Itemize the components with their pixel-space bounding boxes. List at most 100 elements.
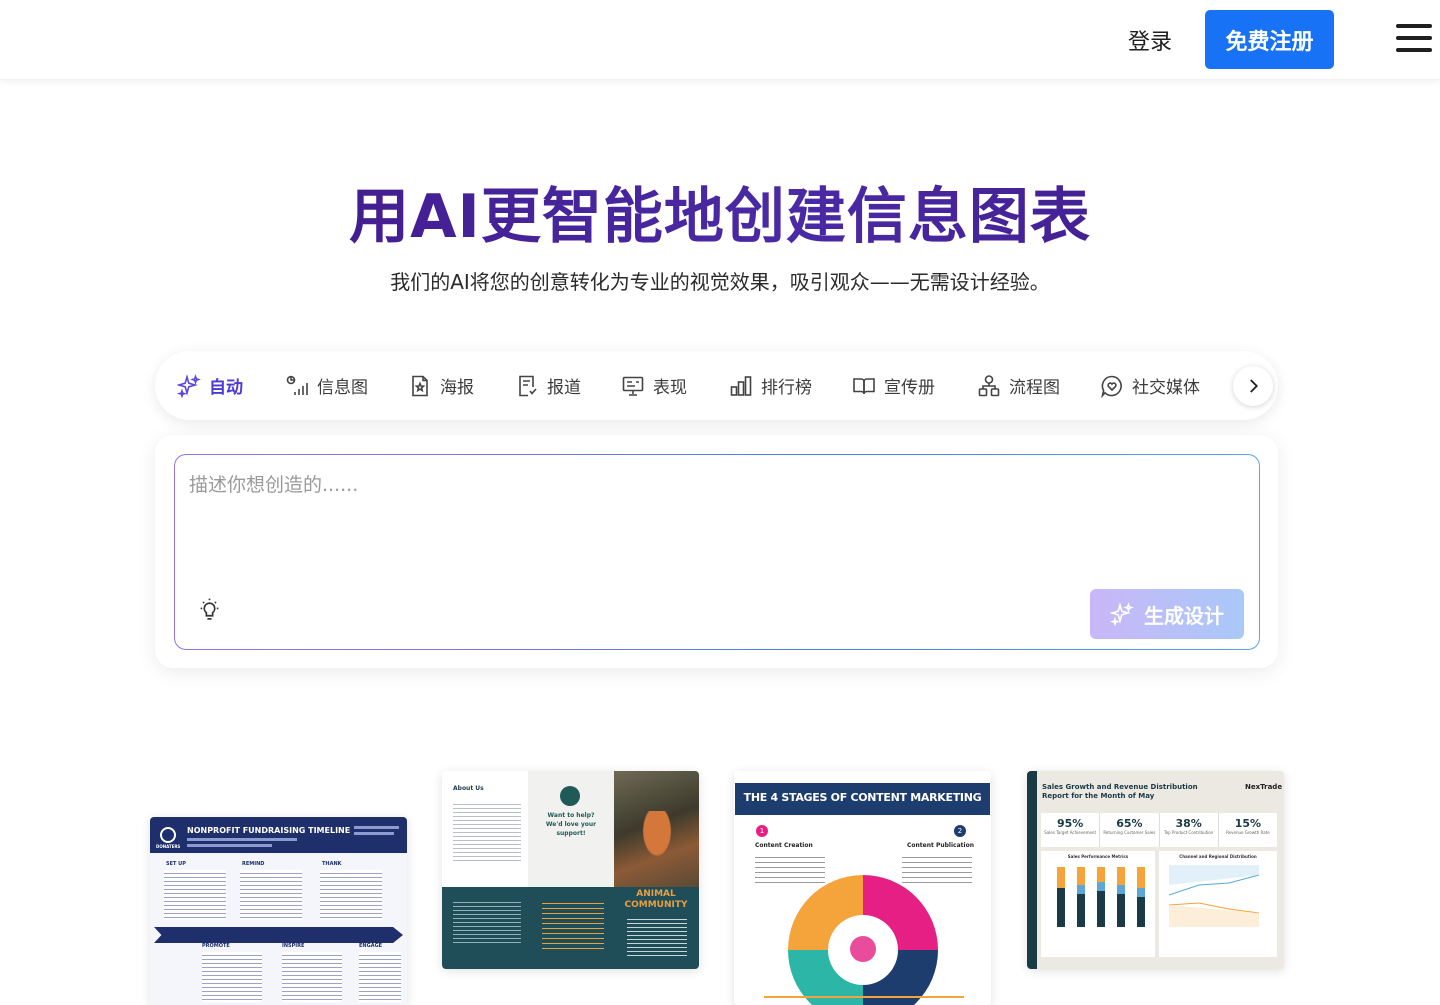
poster-icon <box>412 375 428 396</box>
section-remind: REMIND <box>242 861 265 867</box>
lightbulb-icon[interactable] <box>197 597 222 622</box>
bar <box>1057 867 1065 927</box>
tab-social-media[interactable]: 社交媒体 <box>1100 351 1200 420</box>
tab-label: 海报 <box>440 378 474 398</box>
tab-label: 自动 <box>209 378 243 398</box>
category-tab-bar: 自动 信息图 海报 报道 表现 排行榜 宣传册 流程图 社交媒体 <box>155 351 1278 420</box>
text-block <box>359 952 401 1002</box>
kpi-value: 15% <box>1234 817 1262 830</box>
stage-2-title: Content Publication <box>907 842 974 849</box>
tab-infographic[interactable]: 信息图 <box>285 351 368 420</box>
chart-title: Channel and Regional Distribution <box>1179 854 1257 859</box>
section-thank: THANK <box>322 861 342 867</box>
tab-poster[interactable]: 海报 <box>408 351 474 420</box>
text-block <box>755 853 825 883</box>
bar <box>1097 867 1105 927</box>
ranking-icon <box>730 375 752 396</box>
template-card-animal-community[interactable]: About Us Want to help? We'd love your su… <box>442 771 699 969</box>
sparkle-icon <box>177 373 201 398</box>
text-block <box>320 870 382 920</box>
text-line <box>354 826 399 829</box>
tab-label: 表现 <box>653 378 687 398</box>
text-line <box>187 844 272 847</box>
text-block <box>902 853 972 883</box>
brochure-icon <box>853 377 875 394</box>
generate-label: 生成设计 <box>1144 603 1224 628</box>
paw-icon <box>560 786 580 806</box>
template-card-content-marketing[interactable]: THE 4 STAGES OF CONTENT MARKETING 1 2 Co… <box>734 771 991 1005</box>
top-navbar: 登录 免费注册 <box>0 0 1440 80</box>
chevron-right-icon <box>1250 379 1259 393</box>
kpi-row: 95% Sales Target Achievement 65% Returni… <box>1041 813 1277 847</box>
side-accent <box>1027 771 1037 969</box>
text-block <box>202 952 262 1002</box>
template-card-sales-report[interactable]: Sales Growth and Revenue Distribution Re… <box>1027 771 1284 969</box>
hamburger-menu-icon[interactable] <box>1396 24 1432 54</box>
tab-label: 社交媒体 <box>1132 378 1200 398</box>
timeline-arrow <box>154 927 403 943</box>
template-title: Sales Growth and Revenue Distribution Re… <box>1042 783 1198 800</box>
text-block <box>240 870 302 920</box>
kpi: 65% Returning Customer Sales <box>1100 813 1160 847</box>
flowchart-icon <box>978 374 1000 396</box>
tab-brochure[interactable]: 宣传册 <box>852 351 935 420</box>
kpi-label: Revenue Growth Rate <box>1226 830 1270 835</box>
infographic-icon <box>286 375 308 395</box>
tabs-next-button[interactable] <box>1233 366 1273 406</box>
tab-ranking[interactable]: 排行榜 <box>729 351 812 420</box>
divider <box>764 996 964 998</box>
logo-icon <box>160 827 176 843</box>
chart-title: Sales Performance Metrics <box>1067 854 1129 859</box>
kpi: 15% Revenue Growth Rate <box>1219 813 1277 847</box>
template-header <box>150 817 407 853</box>
tab-flowchart[interactable]: 流程图 <box>977 351 1060 420</box>
tab-label: 排行榜 <box>761 378 812 398</box>
tab-label: 报道 <box>547 378 581 398</box>
about-heading: About Us <box>453 785 484 792</box>
kpi-label: Returning Customer Sales <box>1103 830 1156 835</box>
tab-report[interactable]: 报道 <box>515 351 581 420</box>
bar <box>1077 867 1085 927</box>
kpi-value: 65% <box>1116 817 1143 830</box>
tab-label: 流程图 <box>1009 378 1060 398</box>
bar <box>1117 867 1125 927</box>
line-chart-panel: Channel and Regional Distribution <box>1159 851 1277 957</box>
tab-label: 宣传册 <box>884 378 935 398</box>
login-link[interactable]: 登录 <box>1128 24 1172 56</box>
text-block <box>453 899 521 944</box>
bar <box>1137 867 1145 927</box>
section-inspire: INSPIRE <box>282 943 305 949</box>
hero-title: 用AI更智能地创建信息图表 <box>0 168 1440 255</box>
prompt-input[interactable] <box>189 470 1239 570</box>
signup-button[interactable]: 免费注册 <box>1205 10 1334 69</box>
template-brand: DONATERS <box>156 844 181 849</box>
kpi: 95% Sales Target Achievement <box>1041 813 1101 847</box>
tab-presentation[interactable]: 表现 <box>621 351 687 420</box>
text-line <box>354 832 394 835</box>
hero-subtitle: 我们的AI将您的创意转化为专业的视觉效果，吸引观众——无需设计经验。 <box>390 270 1050 294</box>
line-chart <box>1169 865 1260 927</box>
section-setup: SET UP <box>166 861 186 867</box>
report-icon <box>519 375 537 396</box>
kpi-value: 38% <box>1175 817 1202 830</box>
stage-1-title: Content Creation <box>755 842 813 849</box>
text-block <box>627 916 687 956</box>
kpi-label: Top Product Contribution <box>1163 830 1214 835</box>
bar-chart-panel: Sales Performance Metrics <box>1041 851 1155 957</box>
template-title: NONPROFIT FUNDRAISING TIMELINE <box>187 826 351 835</box>
social-media-icon <box>1101 375 1122 398</box>
generate-design-button[interactable]: 生成设计 <box>1090 589 1244 639</box>
kpi-value: 95% <box>1056 817 1084 830</box>
section-engage: ENGAGE <box>359 943 383 949</box>
text-line <box>187 838 297 841</box>
people-icon <box>850 936 876 962</box>
fox-shape <box>640 811 674 861</box>
tab-label: 信息图 <box>317 378 368 398</box>
text-block <box>164 870 226 920</box>
template-card-fundraising[interactable]: DONATERS NONPROFIT FUNDRAISING TIMELINE … <box>150 817 407 1005</box>
text-block <box>453 801 521 861</box>
template-title: THE 4 STAGES OF CONTENT MARKETING <box>743 791 982 804</box>
step-badge-1: 1 <box>756 825 768 837</box>
template-brand: NexTrade <box>1245 783 1283 791</box>
tab-auto[interactable]: 自动 <box>177 351 243 420</box>
